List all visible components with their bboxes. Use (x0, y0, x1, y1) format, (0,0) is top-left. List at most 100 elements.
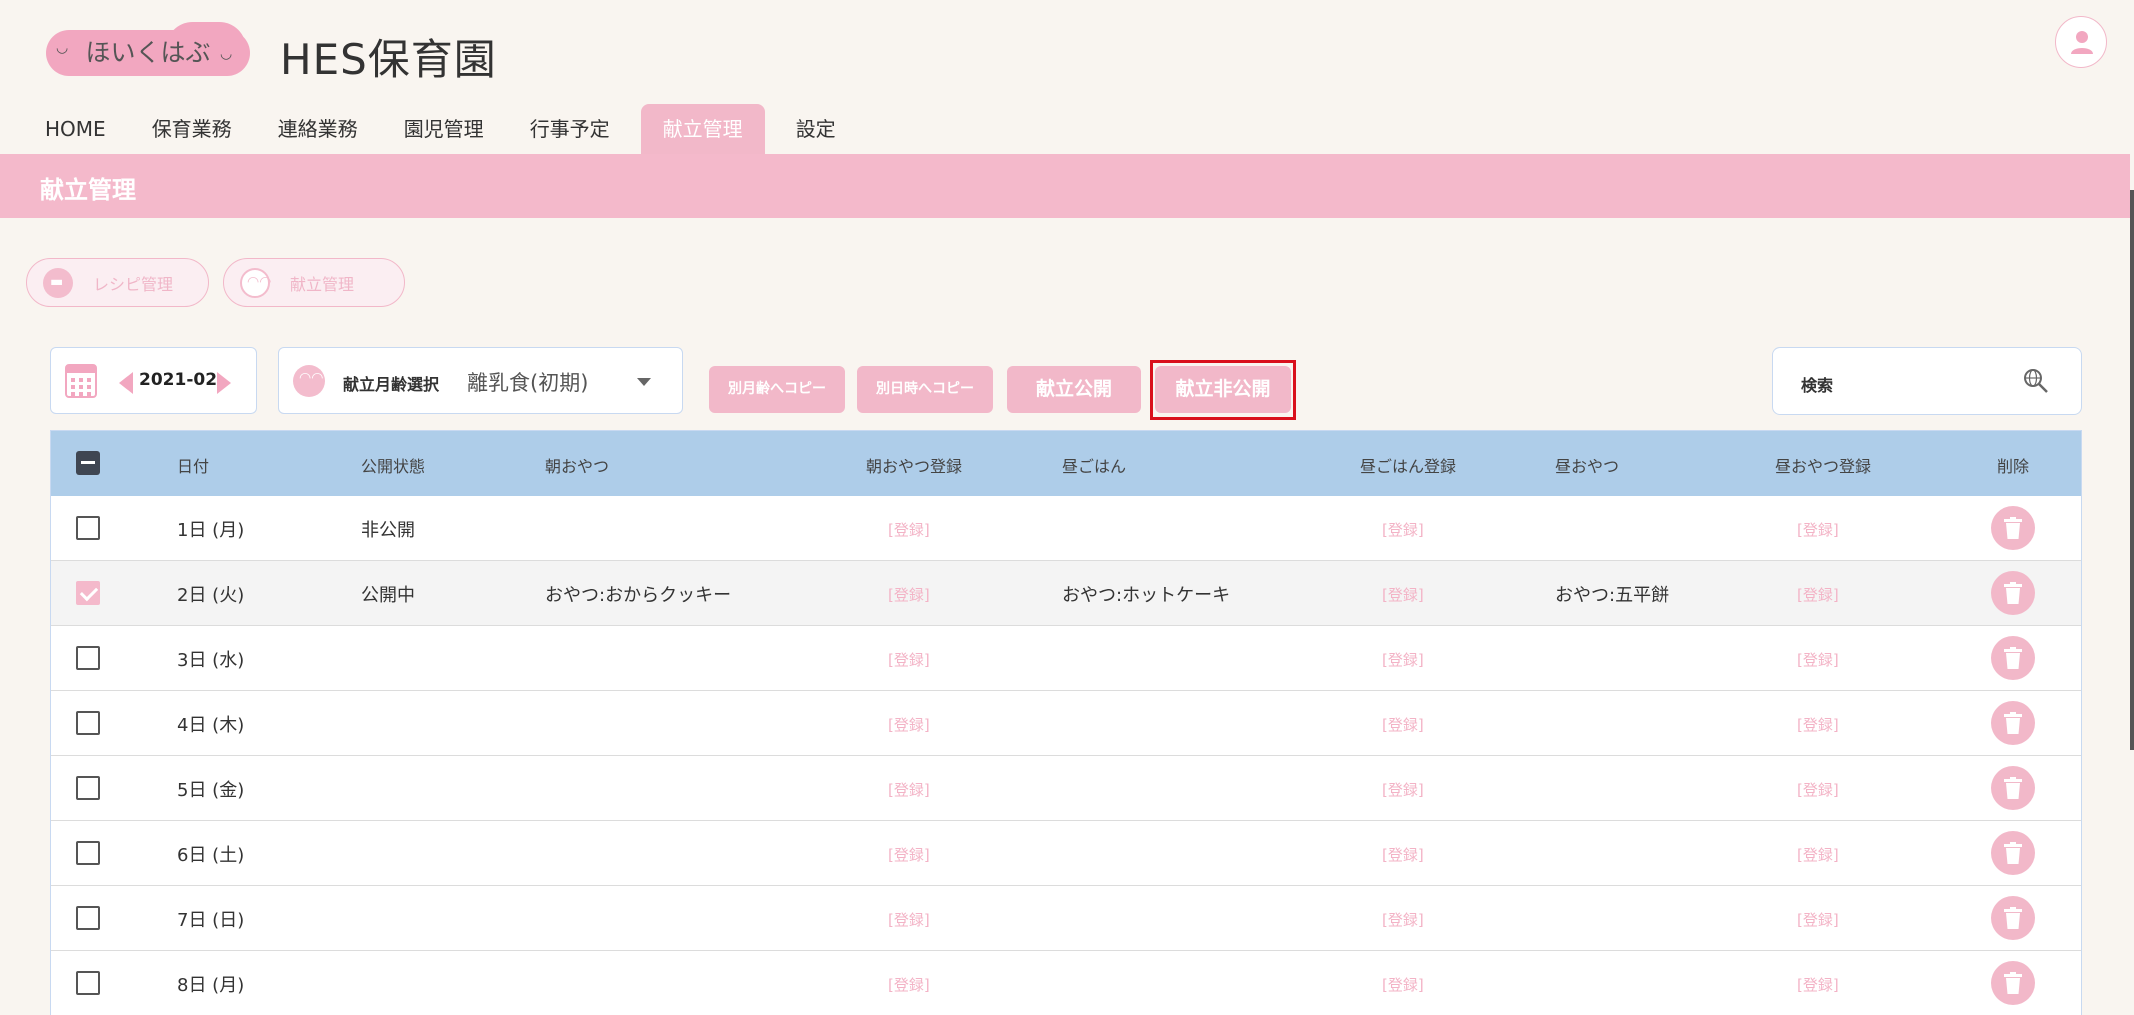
register-morning-snack-link[interactable]: [登録] (888, 714, 930, 735)
delete-button[interactable] (1991, 506, 2035, 550)
trash-icon (2004, 777, 2022, 799)
next-month-arrow[interactable] (217, 372, 231, 394)
nav-tab-children[interactable]: 園児管理 (389, 104, 499, 154)
register-afternoon-snack-link[interactable]: [登録] (1797, 649, 1839, 670)
register-lunch-link[interactable]: [登録] (1382, 584, 1424, 605)
recipe-management-button[interactable]: ▬ レシピ管理 (26, 258, 209, 307)
register-afternoon-snack-link[interactable]: [登録] (1797, 909, 1839, 930)
delete-button[interactable] (1991, 831, 2035, 875)
delete-button[interactable] (1991, 961, 2035, 1005)
row-checkbox[interactable] (76, 581, 100, 605)
column-header-morning-snack-register: 朝おやつ登録 (866, 457, 963, 476)
site-title: HES保育園 (280, 35, 497, 84)
register-morning-snack-link[interactable]: [登録] (888, 519, 930, 540)
row-checkbox[interactable] (76, 711, 100, 735)
trash-icon (2004, 647, 2022, 669)
row-checkbox[interactable] (76, 516, 100, 540)
table-row: 6日 (土) [登録] [登録] [登録] (51, 821, 2081, 886)
recipe-management-label: レシピ管理 (93, 274, 174, 294)
current-month: 2021-02 (139, 370, 218, 390)
main-nav: HOME 保育業務 連絡業務 園児管理 行事予定 献立管理 設定 (30, 104, 867, 154)
register-afternoon-snack-link[interactable]: [登録] (1797, 974, 1839, 995)
menu-management-label: 献立管理 (290, 274, 355, 294)
page-title: 献立管理 (40, 176, 136, 204)
trash-icon (2004, 842, 2022, 864)
register-lunch-link[interactable]: [登録] (1382, 909, 1424, 930)
delete-button[interactable] (1991, 571, 2035, 615)
chevron-down-icon (637, 378, 651, 386)
delete-button[interactable] (1991, 701, 2035, 745)
register-lunch-link[interactable]: [登録] (1382, 779, 1424, 800)
table-row: 7日 (日) [登録] [登録] [登録] (51, 886, 2081, 951)
row-checkbox[interactable] (76, 776, 100, 800)
nav-tab-menu[interactable]: 献立管理 (640, 104, 765, 154)
copy-to-age-button[interactable]: 別月齢へコピー (709, 366, 845, 413)
pot-icon: ▬ (43, 267, 73, 298)
nav-tab-home[interactable]: HOME (30, 104, 121, 154)
nav-tab-contact[interactable]: 連絡業務 (263, 104, 373, 154)
table-row: 1日 (月) 非公開 [登録] [登録] [登録] (51, 496, 2081, 561)
trash-icon (2004, 712, 2022, 734)
register-afternoon-snack-link[interactable]: [登録] (1797, 844, 1839, 865)
register-morning-snack-link[interactable]: [登録] (888, 974, 930, 995)
app-logo: ◡ ◡ ほいくはぶ (46, 22, 250, 76)
register-lunch-link[interactable]: [登録] (1382, 714, 1424, 735)
calendar-icon[interactable] (65, 364, 97, 398)
delete-button[interactable] (1991, 636, 2035, 680)
delete-button[interactable] (1991, 896, 2035, 940)
page-scrollbar[interactable] (2130, 190, 2134, 750)
register-morning-snack-link[interactable]: [登録] (888, 844, 930, 865)
publish-button[interactable]: 献立公開 (1007, 366, 1141, 413)
baby-face-icon: ◠◠ (293, 365, 325, 397)
row-checkbox[interactable] (76, 646, 100, 670)
register-morning-snack-link[interactable]: [登録] (888, 649, 930, 670)
age-selector[interactable]: ◠◠ 献立月齢選択 離乳食(初期) (278, 347, 683, 414)
menu-management-button[interactable]: ◠◠ 献立管理 (223, 258, 405, 307)
delete-button[interactable] (1991, 766, 2035, 810)
trash-icon (2004, 907, 2022, 929)
select-all-checkbox[interactable] (76, 451, 100, 475)
register-afternoon-snack-link[interactable]: [登録] (1797, 714, 1839, 735)
table-header: 日付 公開状態 朝おやつ 朝おやつ登録 昼ごはん 昼ごはん登録 昼おやつ 昼おや… (51, 431, 2081, 496)
register-morning-snack-link[interactable]: [登録] (888, 779, 930, 800)
nav-tab-events[interactable]: 行事予定 (515, 104, 625, 154)
trash-icon (2004, 972, 2022, 994)
register-afternoon-snack-link[interactable]: [登録] (1797, 584, 1839, 605)
register-lunch-link[interactable]: [登録] (1382, 649, 1424, 670)
table-row: 2日 (火) 公開中 おやつ:おからクッキー [登録] おやつ:ホットケーキ [登録] おや… (51, 561, 2081, 626)
user-menu-button[interactable] (2055, 16, 2107, 68)
search-box[interactable]: 検索 (1772, 347, 2082, 415)
row-date: 7日 (日) (177, 910, 245, 931)
column-header-delete: 削除 (1997, 457, 2030, 476)
row-checkbox[interactable] (76, 906, 100, 930)
column-header-lunch: 昼ごはん (1062, 457, 1127, 476)
prev-month-arrow[interactable] (119, 372, 133, 394)
month-selector: 2021-02 (50, 347, 257, 414)
register-afternoon-snack-link[interactable]: [登録] (1797, 779, 1839, 800)
register-afternoon-snack-link[interactable]: [登録] (1797, 519, 1839, 540)
table-row: 8日 (月) [登録] [登録] [登録] (51, 951, 2081, 1015)
register-lunch-link[interactable]: [登録] (1382, 844, 1424, 865)
trash-icon (2004, 517, 2022, 539)
search-label: 検索 (1801, 376, 1834, 395)
age-selector-label: 献立月齢選択 (343, 375, 440, 394)
trash-icon (2004, 582, 2022, 604)
row-date: 6日 (土) (177, 845, 245, 866)
copy-to-date-button[interactable]: 別日時へコピー (857, 366, 993, 413)
row-checkbox[interactable] (76, 841, 100, 865)
row-morning-snack: おやつ:おからクッキー (545, 585, 732, 606)
register-lunch-link[interactable]: [登録] (1382, 519, 1424, 540)
row-checkbox[interactable] (76, 971, 100, 995)
table-row: 5日 (金) [登録] [登録] [登録] (51, 756, 2081, 821)
register-morning-snack-link[interactable]: [登録] (888, 584, 930, 605)
register-morning-snack-link[interactable]: [登録] (888, 909, 930, 930)
search-icon[interactable] (2023, 368, 2049, 394)
nav-tab-settings[interactable]: 設定 (781, 104, 851, 154)
table-row: 3日 (水) [登録] [登録] [登録] (51, 626, 2081, 691)
row-lunch: おやつ:ホットケーキ (1062, 585, 1231, 606)
table-row: 4日 (木) [登録] [登録] [登録] (51, 691, 2081, 756)
register-lunch-link[interactable]: [登録] (1382, 974, 1424, 995)
unpublish-highlight (1150, 360, 1296, 420)
nav-tab-childcare[interactable]: 保育業務 (137, 104, 247, 154)
row-date: 4日 (木) (177, 715, 245, 736)
